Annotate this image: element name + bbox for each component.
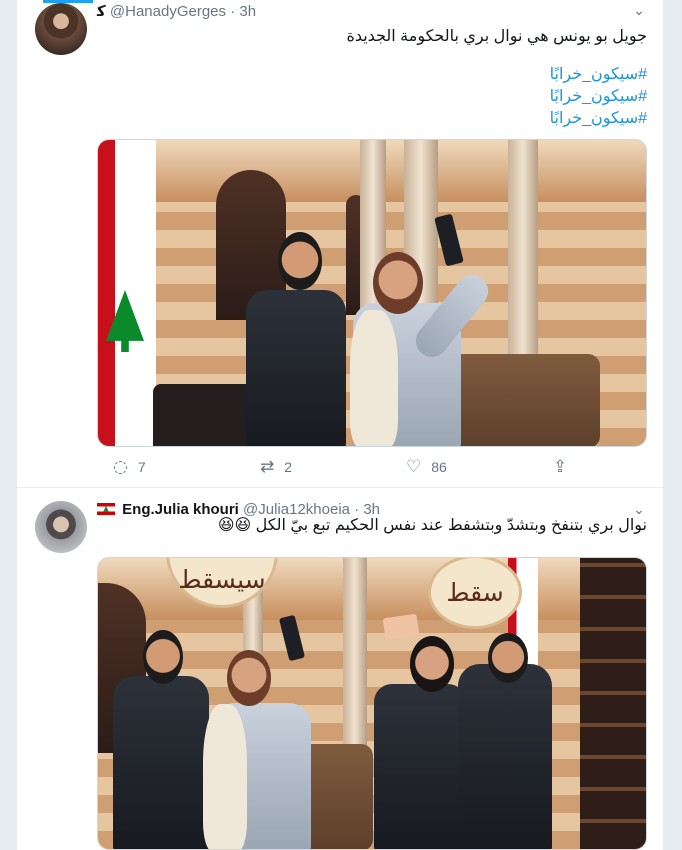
scarf <box>203 704 247 849</box>
man-head <box>143 630 183 684</box>
share-icon: ⇪ <box>553 457 568 477</box>
image-label-right: سقط <box>428 558 522 629</box>
timeline: ﮐ @HanadyGerges · 3h ⌄ جويل بو يونس هي ن… <box>16 0 664 850</box>
man-in-suit <box>246 290 346 446</box>
heart-icon: ♡ <box>406 457 422 477</box>
chevron-down-icon[interactable]: ⌄ <box>631 2 647 18</box>
like-button[interactable]: ♡ 86 <box>406 458 447 476</box>
reply-count: 7 <box>137 459 146 475</box>
reply-button[interactable]: ◌ 7 <box>113 458 146 476</box>
hashtag-link[interactable]: #سيكون_خرابًا <box>550 108 647 130</box>
woman-head <box>227 650 271 706</box>
timestamp[interactable]: 3h <box>239 3 256 20</box>
reply-icon: ◌ <box>113 457 128 477</box>
like-count: 86 <box>431 459 447 475</box>
phone <box>382 613 420 641</box>
retweet-icon: ⇄ <box>260 457 275 477</box>
tweet-text: جويل بو يونس هي نوال بري بالحكومة الجديد… <box>346 28 647 45</box>
hashtag-link[interactable]: #سيكون_خرابًا <box>550 86 647 108</box>
tweet-photo[interactable]: سيسقط سقط <box>97 557 647 850</box>
woman-head <box>410 636 454 692</box>
man-in-suit <box>458 664 552 849</box>
man-head <box>278 232 322 290</box>
woman-head <box>373 252 423 314</box>
tweet-card[interactable]: ﮐ @HanadyGerges · 3h ⌄ جويل بو يونس هي ن… <box>17 0 663 488</box>
tweet-text: نوال بري بتنفخ وبتشدّ وبتشفط عند نفس الح… <box>217 517 647 534</box>
retweet-count: 2 <box>284 459 293 475</box>
man-head <box>488 633 528 683</box>
time-separator: · <box>230 3 236 20</box>
share-button[interactable]: ⇪ <box>553 458 567 476</box>
scarf <box>350 310 398 446</box>
avatar[interactable] <box>35 3 87 55</box>
avatar[interactable] <box>35 501 87 553</box>
tweet-photo[interactable] <box>97 139 647 447</box>
hashtag-link[interactable]: #سيكون_خرابًا <box>550 64 647 86</box>
lebanon-flag-icon <box>97 503 115 515</box>
lebanese-flag <box>98 140 156 446</box>
tweet-header: ﮐ @HanadyGerges · 3h <box>97 2 256 24</box>
retweet-button[interactable]: ⇄ 2 <box>260 458 292 476</box>
man-in-suit <box>113 676 209 849</box>
bookcase <box>580 558 646 849</box>
sofa <box>450 354 600 446</box>
tweet-actions: ◌ 7 ⇄ 2 ♡ 86 ⇪ <box>113 458 583 480</box>
handle[interactable]: @HanadyGerges <box>110 3 226 20</box>
woman-dark-outfit <box>374 684 466 849</box>
display-name[interactable]: ﮐ <box>97 3 106 20</box>
tweet-card[interactable]: Eng.Julia khouri @Julia12khoeia · 3h ⌄ ن… <box>17 489 663 850</box>
